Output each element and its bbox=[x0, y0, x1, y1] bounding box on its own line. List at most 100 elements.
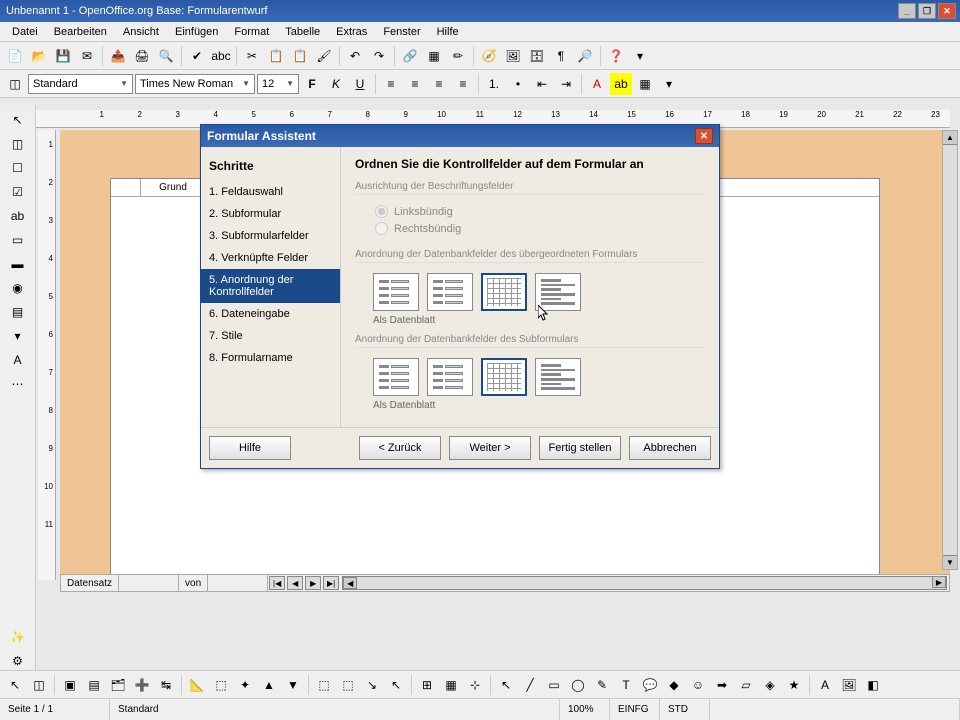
spellcheck-icon[interactable]: ✔ bbox=[186, 45, 208, 67]
menu-tabelle[interactable]: Tabelle bbox=[277, 24, 328, 40]
design-toggle-icon[interactable]: ◫ bbox=[28, 674, 50, 696]
scroll-down-icon[interactable]: ▼ bbox=[943, 555, 957, 569]
align-left-icon[interactable]: ≡ bbox=[380, 73, 402, 95]
more-controls-icon[interactable]: ⋯ bbox=[7, 373, 29, 395]
align-icon[interactable]: ⊞ bbox=[416, 674, 438, 696]
add-field-icon[interactable]: ➕ bbox=[131, 674, 153, 696]
activation-order-icon[interactable]: ↹ bbox=[155, 674, 177, 696]
save-icon[interactable]: 💾 bbox=[52, 45, 74, 67]
numbered-list-icon[interactable]: 1. bbox=[483, 73, 505, 95]
gallery-icon[interactable]: 🖼 bbox=[502, 45, 524, 67]
grid-icon[interactable]: ▦ bbox=[440, 674, 462, 696]
radio-left-aligned[interactable]: Linksbündig bbox=[375, 203, 705, 220]
radio-left-input[interactable] bbox=[375, 205, 388, 218]
radio-right-aligned[interactable]: Rechtsbündig bbox=[375, 220, 705, 237]
wizard-icon[interactable]: ✨ bbox=[7, 626, 29, 648]
bullet-list-icon[interactable]: • bbox=[507, 73, 529, 95]
last-record-icon[interactable]: ▶| bbox=[323, 576, 339, 590]
draw-icon[interactable]: ✏ bbox=[447, 45, 469, 67]
nonprinting-icon[interactable]: ¶ bbox=[550, 45, 572, 67]
export-icon[interactable]: 📤 bbox=[107, 45, 129, 67]
bold-icon[interactable]: F bbox=[301, 73, 323, 95]
design-mode-icon[interactable]: ◫ bbox=[7, 133, 29, 155]
form-navigator-icon[interactable]: 🗂 bbox=[107, 674, 129, 696]
email-icon[interactable]: ✉ bbox=[76, 45, 98, 67]
next-button[interactable]: Weiter > bbox=[449, 436, 531, 460]
from-file-icon[interactable]: 🖼 bbox=[838, 674, 860, 696]
dialog-titlebar[interactable]: Formular Assistent ✕ bbox=[201, 125, 719, 147]
callout-icon[interactable]: 💬 bbox=[639, 674, 661, 696]
block-arrows-icon[interactable]: ➡ bbox=[711, 674, 733, 696]
wizard-step-6[interactable]: 6. Dateneingabe bbox=[201, 303, 340, 325]
increase-indent-icon[interactable]: ⇥ bbox=[555, 73, 577, 95]
radio-right-input[interactable] bbox=[375, 222, 388, 235]
maximize-button[interactable]: ❐ bbox=[918, 3, 936, 19]
prev-record-icon[interactable]: ◀ bbox=[287, 576, 303, 590]
cancel-button[interactable]: Abbrechen bbox=[629, 436, 711, 460]
flowcharts-icon[interactable]: ▱ bbox=[735, 674, 757, 696]
rectangle-icon[interactable]: ▭ bbox=[543, 674, 565, 696]
zoom-icon[interactable]: 🔎 bbox=[574, 45, 596, 67]
dialog-close-button[interactable]: ✕ bbox=[695, 128, 713, 144]
wizard-step-3[interactable]: 3. Subformularfelder bbox=[201, 225, 340, 247]
scroll-left-icon[interactable]: ◀ bbox=[343, 577, 357, 589]
menu-hilfe[interactable]: Hilfe bbox=[429, 24, 467, 40]
autospell-icon[interactable]: abc bbox=[210, 45, 232, 67]
close-button[interactable]: ✕ bbox=[938, 3, 956, 19]
cut-icon[interactable]: ✂ bbox=[241, 45, 263, 67]
enter-group-icon[interactable]: ↘ bbox=[361, 674, 383, 696]
layout-datasheet[interactable] bbox=[481, 273, 527, 311]
decrease-indent-icon[interactable]: ⇤ bbox=[531, 73, 553, 95]
wizard-step-1[interactable]: 1. Feldauswahl bbox=[201, 181, 340, 203]
wizard-step-4[interactable]: 4. Verknüpfte Felder bbox=[201, 247, 340, 269]
control-props-icon[interactable]: ▤ bbox=[83, 674, 105, 696]
sub-layout-columnar-top[interactable] bbox=[427, 358, 473, 396]
format-paint-icon[interactable]: 🖌 bbox=[313, 45, 335, 67]
pointer-icon[interactable]: ↖ bbox=[495, 674, 517, 696]
toolbar-dropdown-icon[interactable]: ▾ bbox=[629, 45, 651, 67]
finish-button[interactable]: Fertig stellen bbox=[539, 436, 621, 460]
layout-blocks-top[interactable] bbox=[535, 273, 581, 311]
menu-datei[interactable]: Datei bbox=[4, 24, 46, 40]
symbol-shapes-icon[interactable]: ☺ bbox=[687, 674, 709, 696]
sub-layout-columnar-left[interactable] bbox=[373, 358, 419, 396]
sub-layout-datasheet[interactable] bbox=[481, 358, 527, 396]
status-selection-mode[interactable]: STD bbox=[660, 699, 710, 720]
ellipse-icon[interactable]: ◯ bbox=[567, 674, 589, 696]
control-icon[interactable]: ☐ bbox=[7, 157, 29, 179]
undo-icon[interactable]: ↶ bbox=[344, 45, 366, 67]
next-record-icon[interactable]: ▶ bbox=[305, 576, 321, 590]
formatted-field-icon[interactable]: ▭ bbox=[7, 229, 29, 251]
font-color-icon[interactable]: A bbox=[586, 73, 608, 95]
minimize-button[interactable]: _ bbox=[898, 3, 916, 19]
layout-columnar-left[interactable] bbox=[373, 273, 419, 311]
wizard-step-2[interactable]: 2. Subformular bbox=[201, 203, 340, 225]
first-record-icon[interactable]: |◀ bbox=[269, 576, 285, 590]
ungroup-icon[interactable]: ⬚ bbox=[337, 674, 359, 696]
preview-icon[interactable]: 🔍 bbox=[155, 45, 177, 67]
fontwork-icon[interactable]: A bbox=[814, 674, 836, 696]
wizard-step-5[interactable]: 5. Anordnung der Kontrollfelder bbox=[201, 269, 340, 303]
option-button-icon[interactable]: ◉ bbox=[7, 277, 29, 299]
bring-to-front-icon[interactable]: ▲ bbox=[258, 674, 280, 696]
menu-ansicht[interactable]: Ansicht bbox=[115, 24, 167, 40]
auto-control-focus-icon[interactable]: ✦ bbox=[234, 674, 256, 696]
underline-icon[interactable]: U bbox=[349, 73, 371, 95]
highlight-icon[interactable]: ab bbox=[610, 73, 632, 95]
new-icon[interactable]: 📄 bbox=[4, 45, 26, 67]
horizontal-scrollbar[interactable]: ◀ ▶ bbox=[342, 576, 947, 590]
pushbutton-icon[interactable]: ▬ bbox=[7, 253, 29, 275]
combobox-icon[interactable]: ▾ bbox=[7, 325, 29, 347]
wizard-step-8[interactable]: 8. Formularname bbox=[201, 347, 340, 369]
help-icon[interactable]: ❓ bbox=[605, 45, 627, 67]
menu-format[interactable]: Format bbox=[226, 24, 277, 40]
styles-icon[interactable]: ◫ bbox=[4, 73, 26, 95]
navigator-icon[interactable]: 🧭 bbox=[478, 45, 500, 67]
form-design-icon[interactable]: ⚙ bbox=[7, 650, 29, 672]
paste-icon[interactable]: 📋 bbox=[289, 45, 311, 67]
layout-columnar-top[interactable] bbox=[427, 273, 473, 311]
status-zoom[interactable]: 100% bbox=[560, 699, 610, 720]
record-number-field[interactable] bbox=[119, 575, 179, 591]
redo-icon[interactable]: ↷ bbox=[368, 45, 390, 67]
menu-bearbeiten[interactable]: Bearbeiten bbox=[46, 24, 115, 40]
